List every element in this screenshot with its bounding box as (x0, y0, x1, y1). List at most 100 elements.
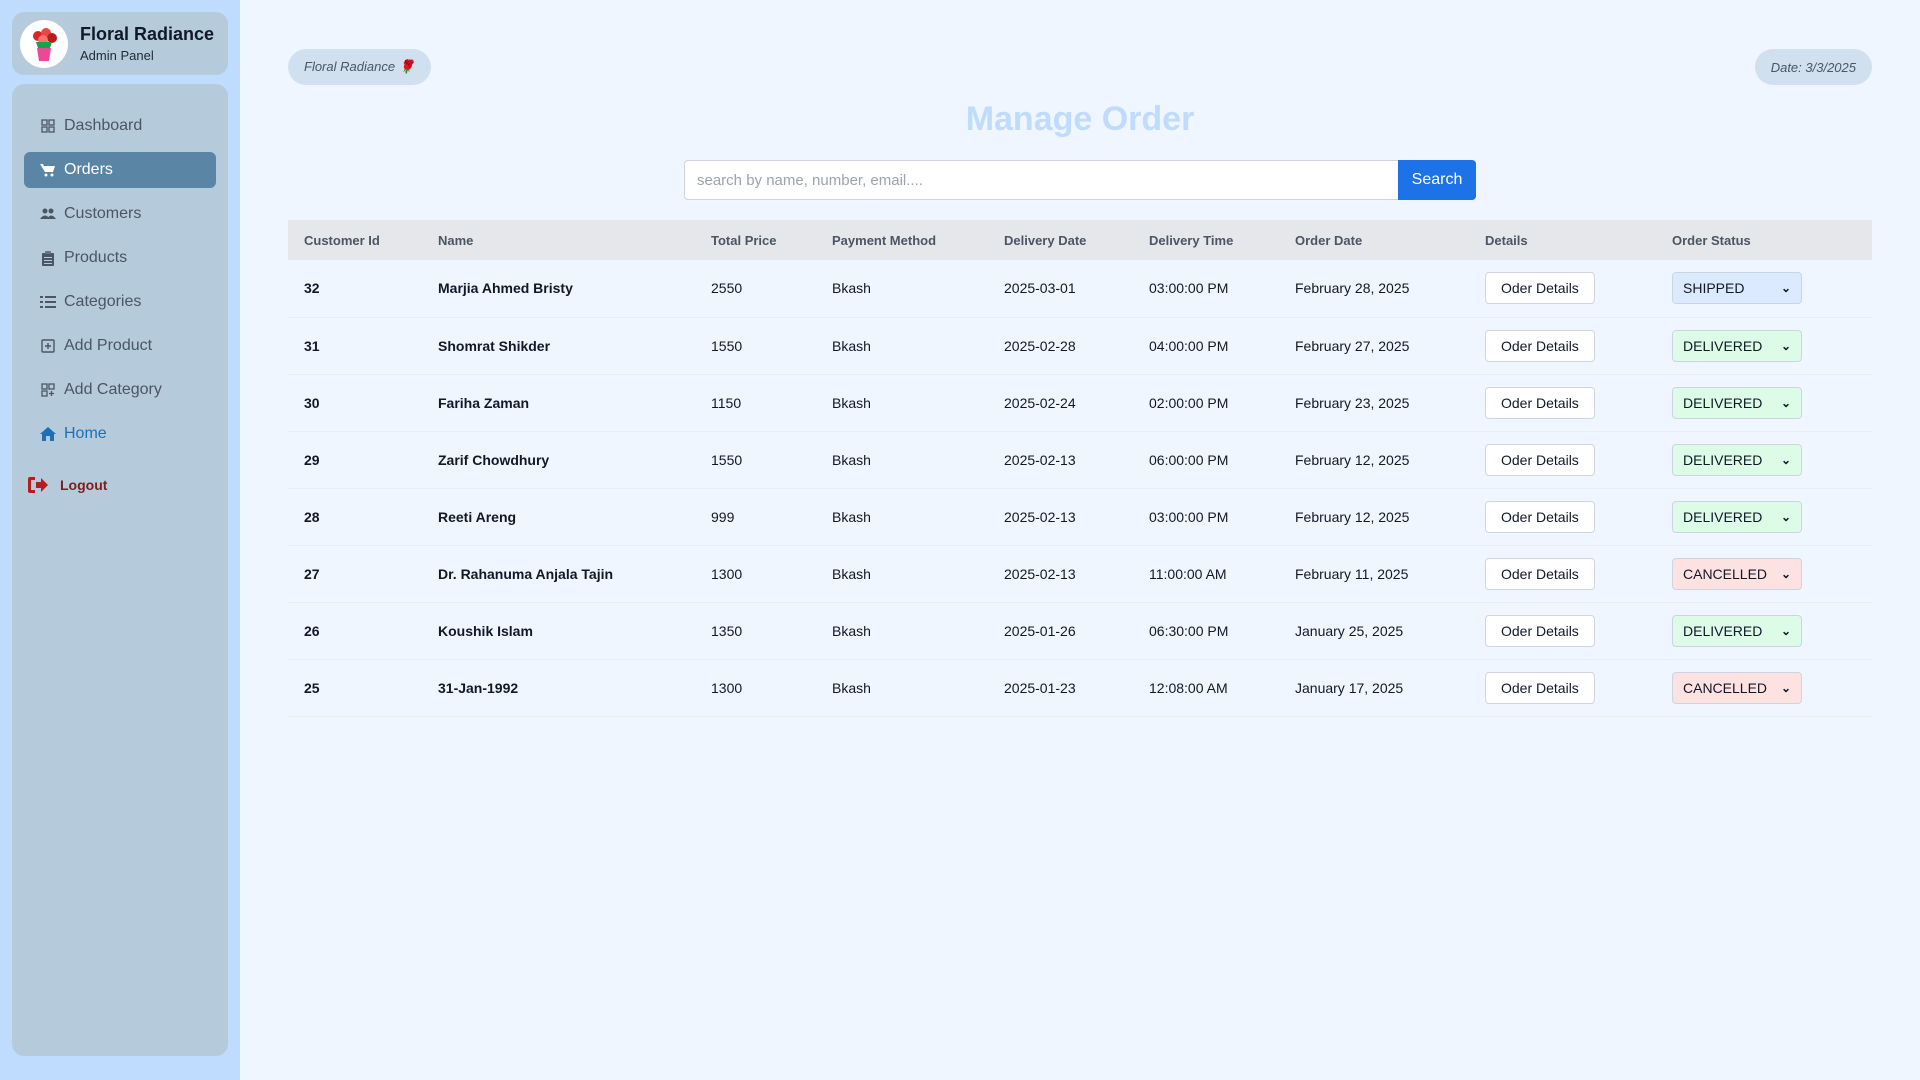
customer-id-cell: 27 (304, 565, 320, 582)
order-status-select[interactable]: CANCELLED ⌄ (1672, 671, 1802, 704)
name-cell: Koushik Islam (438, 622, 533, 639)
order-details-button[interactable]: Oder Details (1485, 386, 1595, 419)
sidebar-item-customers[interactable]: Customers (24, 196, 216, 232)
status-cell: CANCELLED ⌄ (1656, 659, 1872, 716)
search-input[interactable] (684, 160, 1398, 200)
delivery-time-cell: 03:00:00 PM (1149, 280, 1229, 297)
sidebar-item-label: Add Category (64, 381, 162, 398)
name-cell: Fariha Zaman (438, 394, 530, 411)
sidebar-item-home[interactable]: Home (24, 416, 216, 452)
delivery-date-cell: 2025-02-13 (1004, 565, 1076, 582)
payment-method-cell: Bkash (832, 622, 871, 639)
table-body: 32 Marjia Ahmed Bristy 2550 Bkash 2025-03-01… (288, 260, 1872, 716)
chevron-down-icon: ⌄ (1780, 452, 1791, 467)
order-date-cell: February 23, 2025 (1295, 394, 1410, 411)
order-details-button[interactable]: Oder Details (1485, 443, 1595, 476)
table-header-row: Customer Id Name Total Price Payment Met… (288, 220, 1872, 260)
payment-method-cell: Bkash (832, 508, 871, 525)
page-title: Manage Order (965, 100, 1195, 138)
sidebar-item-label: Dashboard (64, 117, 143, 134)
table-row: 25 31-Jan-1992 1300 Bkash 2025-01-23 12:08:00… (288, 659, 1872, 716)
status-value: DELIVERED (1683, 451, 1763, 468)
chevron-down-icon: ⌄ (1780, 680, 1791, 695)
chevron-down-icon: ⌄ (1780, 395, 1791, 410)
order-details-button[interactable]: Oder Details (1485, 671, 1595, 704)
customer-id-cell: 25 (304, 679, 320, 696)
delivery-time-cell: 04:00:00 PM (1149, 337, 1229, 354)
brand-card: Floral Radiance Admin Panel (12, 12, 228, 75)
brand-title: Floral Radiance (80, 23, 215, 44)
details-cell: Oder Details (1469, 545, 1656, 602)
order-status-select[interactable]: DELIVERED ⌄ (1672, 614, 1802, 647)
delivery-time-cell: 11:00:00 AM (1149, 565, 1227, 582)
chevron-down-icon: ⌄ (1780, 338, 1791, 353)
order-status-select[interactable]: SHIPPED ⌄ (1672, 272, 1802, 305)
grid-icon (40, 118, 56, 134)
column-header: Payment Method (832, 232, 937, 248)
name-cell: Zarif Chowdhury (438, 451, 550, 468)
sidebar-item-label: Products (64, 249, 128, 266)
order-status-select[interactable]: DELIVERED ⌄ (1672, 329, 1802, 362)
list-icon (40, 294, 56, 310)
sidebar-item-dashboard[interactable]: Dashboard (24, 108, 216, 144)
status-cell: DELIVERED ⌄ (1656, 488, 1872, 545)
delivery-date-cell: 2025-02-13 (1004, 508, 1076, 525)
cart-icon (40, 162, 56, 178)
details-cell: Oder Details (1469, 602, 1656, 659)
name-cell: 31-Jan-1992 (438, 679, 519, 696)
order-date-cell: February 28, 2025 (1295, 280, 1410, 297)
order-date-cell: February 12, 2025 (1295, 451, 1410, 468)
status-cell: CANCELLED ⌄ (1656, 545, 1872, 602)
status-cell: DELIVERED ⌄ (1656, 602, 1872, 659)
status-value: DELIVERED (1683, 622, 1763, 639)
logout-button[interactable]: Logout (24, 476, 216, 494)
grid-plus-icon (40, 382, 56, 398)
order-details-button[interactable]: Oder Details (1485, 500, 1595, 533)
sidebar-item-categories[interactable]: Categories (24, 284, 216, 320)
delivery-date-cell: 2025-02-13 (1004, 451, 1076, 468)
customer-id-cell: 29 (304, 451, 320, 468)
clipboard-icon (40, 250, 56, 266)
table-row: 32 Marjia Ahmed Bristy 2550 Bkash 2025-03-01… (288, 260, 1872, 317)
order-status-select[interactable]: DELIVERED ⌄ (1672, 443, 1802, 476)
column-header: Delivery Date (1004, 232, 1087, 248)
order-details-button[interactable]: Oder Details (1485, 614, 1595, 647)
sidebar-nav: Dashboard Orders Customers Products Cate… (12, 84, 228, 1056)
sidebar-item-label: Home (64, 425, 107, 442)
status-cell: DELIVERED ⌄ (1656, 431, 1872, 488)
column-header: Delivery Time (1149, 232, 1234, 248)
order-details-button[interactable]: Oder Details (1485, 272, 1595, 305)
order-status-select[interactable]: CANCELLED ⌄ (1672, 557, 1802, 590)
sidebar-item-orders[interactable]: Orders (24, 152, 216, 188)
total-price-cell: 1550 (711, 337, 743, 354)
sidebar-item-add-product[interactable]: Add Product (24, 328, 216, 364)
total-price-cell: 1300 (711, 565, 743, 582)
sidebar-item-add-category[interactable]: Add Category (24, 372, 216, 408)
chevron-down-icon: ⌄ (1780, 566, 1791, 581)
status-value: DELIVERED (1683, 337, 1763, 354)
name-cell: Reeti Areng (438, 508, 517, 525)
payment-method-cell: Bkash (832, 451, 871, 468)
sidebar-item-label: Customers (64, 205, 142, 222)
order-details-button[interactable]: Oder Details (1485, 557, 1595, 590)
sidebar-item-label: Orders (64, 161, 113, 178)
table-row: 27 Dr. Rahanuma Anjala Tajin 1300 Bkash 2025… (288, 545, 1872, 602)
search-button[interactable]: Search (1398, 160, 1476, 200)
brand-pill: Floral Radiance 🌹 (288, 49, 431, 85)
delivery-date-cell: 2025-02-24 (1004, 394, 1076, 411)
chevron-down-icon: ⌄ (1780, 281, 1791, 296)
status-value: SHIPPED (1683, 280, 1745, 297)
sidebar-item-products[interactable]: Products (24, 240, 216, 276)
customer-id-cell: 28 (304, 508, 320, 525)
payment-method-cell: Bkash (832, 280, 871, 297)
order-details-button[interactable]: Oder Details (1485, 329, 1595, 362)
delivery-date-cell: 2025-03-01 (1004, 280, 1076, 297)
users-icon (40, 206, 56, 222)
delivery-date-cell: 2025-01-26 (1004, 622, 1076, 639)
order-status-select[interactable]: DELIVERED ⌄ (1672, 500, 1802, 533)
order-status-select[interactable]: DELIVERED ⌄ (1672, 386, 1802, 419)
details-cell: Oder Details (1469, 260, 1656, 317)
sidebar: Floral Radiance Admin Panel Dashboard Or… (0, 0, 240, 1080)
delivery-date-cell: 2025-01-23 (1004, 679, 1076, 696)
delivery-time-cell: 03:00:00 PM (1149, 508, 1229, 525)
